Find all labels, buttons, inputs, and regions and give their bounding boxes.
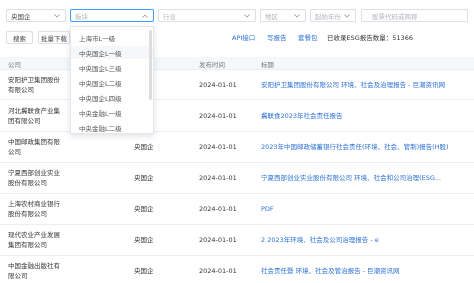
chevron-down-icon [293,12,301,20]
company-type: 央国企 [134,143,154,151]
industry-select[interactable]: 行业 [158,9,256,22]
report-title-link[interactable]: 社会责任暨 环境、社会及管治报告 - 巨潮资讯网 [261,266,466,276]
region-placeholder: 地区 [265,12,278,21]
dropdown-scrollbar[interactable] [149,30,152,100]
publish-date: 2024-01-01 [199,267,237,275]
publish-date: 2024-01-01 [199,143,237,151]
company-name: 河北冀联食产业集团有限公司 [8,107,60,125]
start-year-select[interactable]: 起始年份 [310,9,356,22]
chevron-down-icon [243,12,251,20]
report-title-link[interactable]: 冀联食2023年社会责任报告 [261,111,466,121]
company-name: 现代农业产业发展集团有限公司 [8,231,60,249]
table-row[interactable]: 中国邮政集团有限公司 央国企 2024-01-01 2023年中国邮政储蓄银行社… [0,132,474,163]
chevron-down-icon [53,12,61,20]
header-company: 公司 [8,61,21,69]
company-name: 中国金融出版社有限公司 [8,262,60,280]
stock-code-input[interactable]: 股票代码或简称 [361,9,468,22]
table-row[interactable]: 上海农村商业银行股份有限公司 央国企 2024-01-01 PDF [0,194,474,225]
start-year-placeholder: 起始年份 [315,12,341,21]
category-value: 央国企 [11,12,31,21]
company-type: 央国企 [134,236,154,244]
region-select[interactable]: 地区 [260,9,306,22]
publish-date: 2024-01-01 [199,81,237,89]
report-title-link[interactable]: 安阳护卫集团股份有限公司 环境、社会及治理报告 - 巨潮资讯网 [261,80,466,90]
batch-download-button[interactable]: 批量下载 [38,31,70,44]
chevron-down-icon [343,12,351,20]
industry-placeholder: 行业 [163,12,176,21]
write-report-link[interactable]: 写报告 [267,32,287,42]
company-type: 央国企 [134,174,154,182]
table-row[interactable]: 中国金融出版社有限公司 央国企 2024-01-01 社会责任暨 环境、社会及管… [0,256,474,283]
publish-date: 2024-01-01 [199,205,237,213]
company-name: 宁夏西部创业实业股份有限公司 [8,169,60,187]
dropdown-option[interactable]: 上海市L一级 [71,31,153,44]
category-select[interactable]: 央国企 [6,9,66,22]
dropdown-option[interactable]: 中央金融L一级 [71,106,153,119]
board-placeholder: 板块 [75,12,88,21]
publish-date: 2024-01-01 [199,174,237,182]
dropdown-option[interactable]: 中央国企L三级 [71,61,153,74]
report-title-link[interactable]: 2 2023年环境、社会及公司治理报告 - e [261,235,466,245]
header-date: 发布时间 [199,61,225,69]
company-type: 央国企 [134,205,154,213]
board-select[interactable]: 板块 [70,9,154,22]
search-button[interactable]: 搜索 [6,31,33,44]
dropdown-option[interactable]: 中央国企L二级 [71,76,153,89]
batch-download-label: 批量下载 [41,34,67,43]
company-name: 安阳护卫集团股份有限公司 [8,76,60,94]
table-row[interactable]: 宁夏西部创业实业股份有限公司 央国企 2024-01-01 宁夏西部创业实业股份… [0,163,474,194]
dropdown-option[interactable]: 中央国企L四级 [71,91,153,104]
publish-date: 2024-01-01 [199,236,237,244]
package-link[interactable]: 套餐包 [298,32,318,42]
report-title-link[interactable]: PDF [261,204,466,214]
table-row[interactable]: 现代农业产业发展集团有限公司 央国企 2024-01-01 2 2023年环境、… [0,225,474,256]
report-count-value: 51366 [392,34,413,42]
report-count: 已收录ESG报告数量：51366 [327,32,413,42]
company-type: 央国企 [134,267,154,275]
stock-code-placeholder: 股票代码或简称 [372,12,418,21]
dropdown-option[interactable]: 中央国企L一级 [71,46,153,59]
company-name: 上海农村商业银行股份有限公司 [8,200,60,218]
search-button-label: 搜索 [13,34,26,43]
publish-date: 2024-01-01 [199,112,237,120]
dropdown-option[interactable]: 中央金融L二级 [71,121,153,133]
report-title-link[interactable]: 2023年中国邮政储蓄银行社会责任(环境、社会、管制)报告(H股) [261,142,466,152]
api-link[interactable]: API接口 [232,32,255,42]
company-name: 中国邮政集团有限公司 [8,138,60,156]
chevron-up-icon [141,12,149,20]
header-title: 标题 [261,61,274,69]
report-count-label: 已收录ESG报告数量： [327,34,393,42]
board-dropdown-menu: 上海市L一级 中央国企L一级 中央国企L三级 中央国企L二级 中央国企L四级 中… [70,26,154,134]
report-title-link[interactable]: 宁夏西部创业实业股份有限公司 环境、社会和公司治理(ESG... [261,173,466,183]
